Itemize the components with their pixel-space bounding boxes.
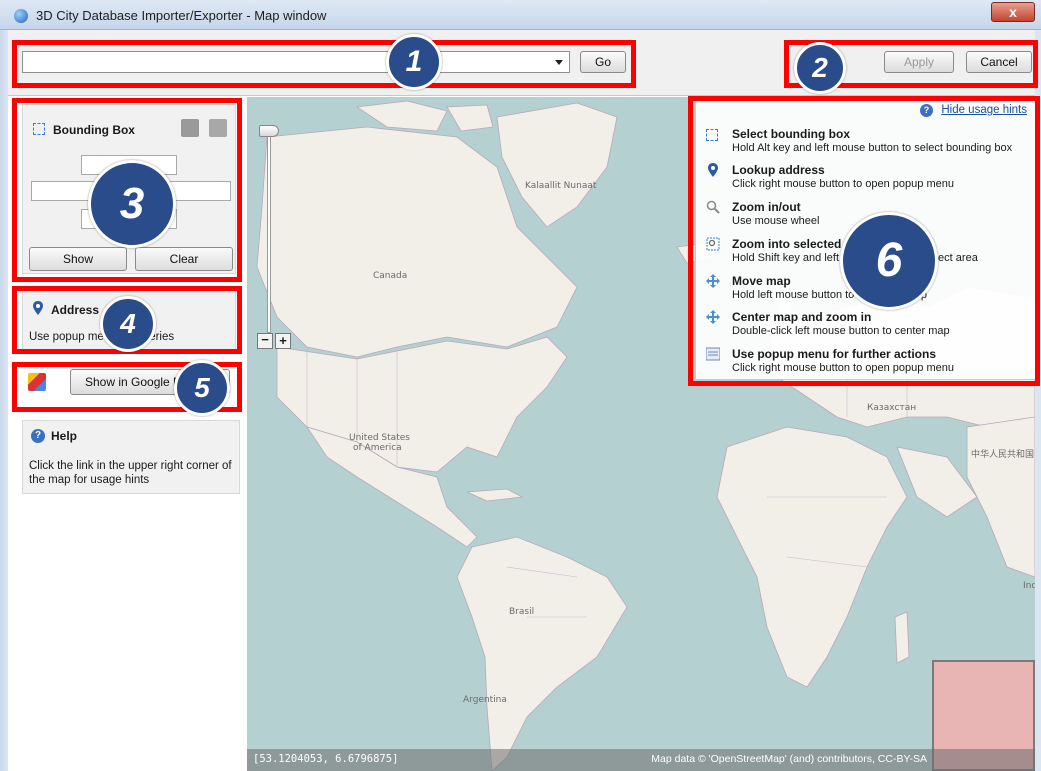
help-section: ? Help Click the link in the upper right… — [22, 420, 240, 494]
zoom-slider-handle[interactable] — [259, 125, 279, 137]
callout-badge-6: 6 — [840, 212, 938, 310]
callout-badge-2: 2 — [794, 42, 846, 94]
map-label-argentina: Argentina — [463, 695, 507, 705]
map-attribution: Map data © 'OpenStreetMap' (and) contrib… — [651, 753, 927, 765]
map-label-canada: Canada — [373, 271, 408, 281]
map-label-usa-1: United States — [349, 433, 410, 443]
zoom-slider-rail[interactable] — [267, 133, 271, 333]
map-label-india: Ind — [1023, 581, 1035, 591]
map-label-brasil: Brasil — [509, 607, 535, 617]
map-label-kazakhstan: Казахстан — [867, 403, 917, 413]
help-title: Help — [51, 429, 78, 443]
callout-badge-1: 1 — [386, 34, 442, 90]
cursor-coordinates: [53.1204053, 6.6796875] — [253, 753, 399, 765]
help-text: Click the link in the upper right corner… — [29, 460, 232, 486]
window-close-button[interactable]: x — [991, 2, 1035, 22]
zoom-out-button[interactable]: − — [257, 333, 273, 349]
help-icon: ? — [31, 429, 45, 443]
map-label-china: 中华人民共和国 — [971, 450, 1035, 460]
window-title: 3D City Database Importer/Exporter - Map… — [36, 8, 327, 23]
title-bar: 3D City Database Importer/Exporter - Map… — [0, 0, 1041, 30]
map-status-bar: [53.1204053, 6.6796875] Map data © 'Open… — [247, 749, 1035, 771]
callout-badge-5: 5 — [174, 360, 230, 416]
window-frame-left — [0, 30, 8, 771]
callout-badge-3: 3 — [88, 160, 176, 248]
map-label-usa-2: of America — [353, 443, 402, 453]
callout-box-1 — [12, 40, 636, 88]
map-label-greenland: Kalaallit Nunaat — [525, 181, 597, 191]
zoom-in-button[interactable]: + — [275, 333, 291, 349]
callout-badge-4: 4 — [100, 296, 156, 352]
app-globe-icon — [14, 9, 28, 23]
